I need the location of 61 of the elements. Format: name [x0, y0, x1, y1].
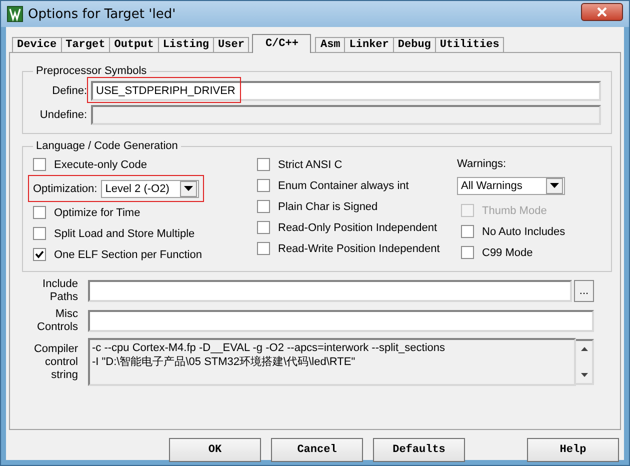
checkbox[interactable]	[33, 206, 46, 219]
field-label: Compiler control string	[32, 342, 79, 382]
caret-icon	[184, 186, 194, 191]
tab[interactable]: Debug	[392, 37, 436, 52]
dialog-button[interactable]: Cancel	[271, 438, 363, 462]
scroll-up-icon[interactable]	[580, 347, 588, 351]
checkbox-label: Read-Write Position Independent	[278, 242, 440, 254]
dropdown-label: Optimization:	[33, 182, 98, 194]
checkbox[interactable]	[257, 179, 270, 192]
checkbox-label: Plain Char is Signed	[278, 200, 378, 212]
close-icon	[596, 7, 608, 17]
checkbox-label: Strict ANSI C	[278, 158, 342, 170]
field-label: Undefine:	[38, 109, 88, 121]
browse-button[interactable]: ...	[574, 280, 594, 302]
scrollbar[interactable]	[576, 339, 594, 385]
checkbox[interactable]	[33, 158, 46, 171]
dialog-button[interactable]: Defaults	[373, 438, 465, 462]
tab[interactable]: Utilities	[434, 37, 504, 52]
compiler-control-string: -c --cpu Cortex-M4.fp -D__EVAL -g -O2 --apcs=interwork --split_sections -I "D:\智能电子产品\05 STM32环境搭建\代码\led\RTE"	[88, 338, 576, 386]
checkbox-label: Split Load and Store Multiple	[54, 228, 195, 240]
tab[interactable]: User	[213, 37, 250, 52]
checkbox-label: No Auto Includes	[482, 226, 566, 238]
app-icon	[7, 6, 23, 22]
checkbox[interactable]	[257, 221, 270, 234]
checkbox-label: Execute-only Code	[54, 158, 147, 170]
checkbox[interactable]	[257, 242, 270, 255]
group-title: Preprocessor Symbols	[35, 65, 148, 77]
tab[interactable]: Asm	[315, 37, 346, 52]
tab[interactable]: C/C++	[252, 34, 312, 53]
checkbox-label: Read-Only Position Independent	[278, 222, 437, 234]
checkbox[interactable]	[461, 246, 474, 259]
checkbox[interactable]	[257, 200, 270, 213]
tab[interactable]: Device	[12, 37, 62, 52]
checkbox-label: Enum Container always int	[278, 180, 409, 192]
window-title: Options for Target 'led'	[28, 6, 177, 22]
dialog-button[interactable]: OK	[169, 438, 261, 462]
checkbox-label: Thumb Mode	[482, 204, 547, 216]
text-field[interactable]	[88, 280, 572, 302]
dropdown[interactable]: All Warnings	[457, 176, 565, 194]
close-button[interactable]	[581, 3, 623, 21]
field-label: Include Paths	[42, 278, 79, 304]
dialog-button[interactable]: Help	[527, 438, 619, 462]
checkbox-label: Optimize for Time	[54, 206, 140, 218]
checkbox[interactable]	[461, 225, 474, 238]
text-field[interactable]: USE_STDPERIPH_DRIVER	[91, 81, 601, 101]
caret-icon	[550, 183, 559, 188]
checkbox[interactable]	[33, 248, 46, 261]
tab[interactable]: Target	[60, 37, 110, 52]
scroll-down-icon[interactable]	[580, 373, 588, 377]
group-title: Language / Code Generation	[35, 140, 179, 152]
field-label: Define:	[51, 85, 88, 97]
text-field[interactable]	[88, 310, 594, 332]
checkbox-label: C99 Mode	[482, 246, 533, 258]
checkbox-label: One ELF Section per Function	[54, 248, 202, 260]
tab[interactable]: Listing	[158, 37, 214, 52]
dropdown[interactable]: Level 2 (-O2)	[101, 180, 200, 198]
checkbox[interactable]	[33, 227, 46, 240]
dropdown-label: Warnings:	[457, 157, 508, 172]
checkbox[interactable]	[257, 158, 270, 171]
tab[interactable]: Output	[109, 37, 159, 52]
field-label: Misc Controls	[36, 308, 79, 334]
